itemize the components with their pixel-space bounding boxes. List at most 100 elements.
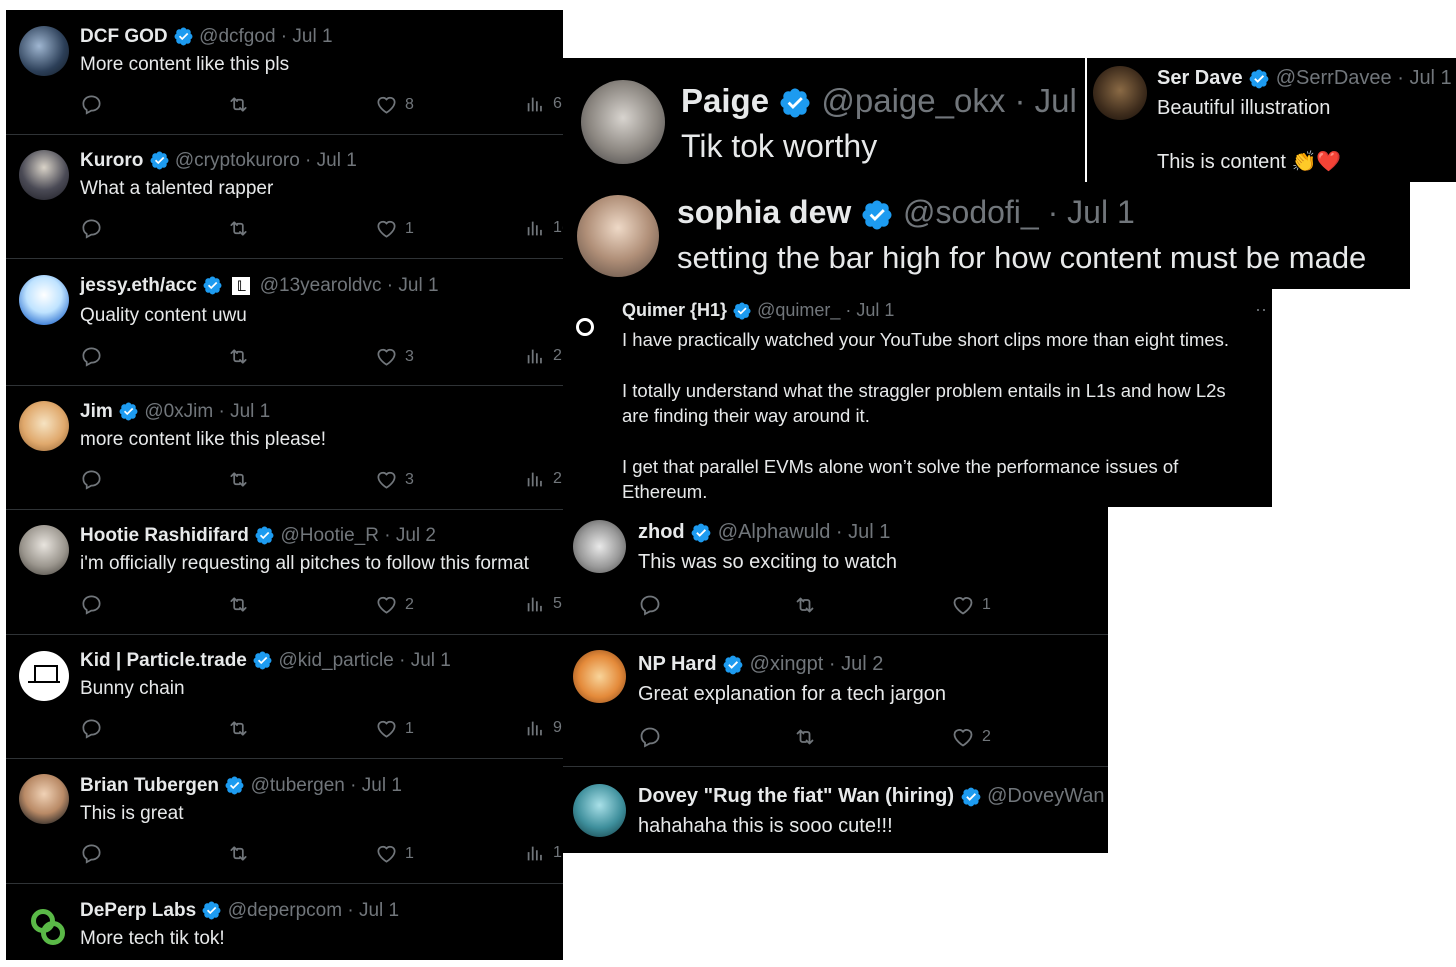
author-name[interactable]: NP Hard [638,653,717,675]
retweet-button[interactable] [793,593,817,617]
author-name[interactable]: Dovey "Rug the fiat" Wan (hiring) [638,785,954,807]
reply-button[interactable] [80,593,103,616]
post-date[interactable]: Jul 1 [411,650,451,671]
reply-button[interactable] [638,725,662,749]
reply-tweet[interactable]: Dovey "Rug the fiat" Wan (hiring) @Dovey… [563,767,1108,853]
author-handle[interactable]: @sodofi_ [903,194,1039,230]
reply-button[interactable] [80,93,103,116]
author-name[interactable]: sophia dew [677,194,851,230]
retweet-button[interactable] [227,217,250,240]
avatar[interactable] [19,651,69,701]
like-button[interactable]: 2 [951,725,991,749]
post-date[interactable]: Jul 1 [292,26,332,47]
avatar[interactable] [573,784,626,837]
author-handle[interactable]: @DoveyWan [987,785,1104,807]
author-name[interactable]: Brian Tubergen [80,775,219,796]
post-date[interactable]: Jul 1 [362,775,402,796]
views-button[interactable]: 5 [524,593,562,615]
avatar[interactable] [1093,66,1147,120]
post-date[interactable]: Jul 1 [1409,67,1451,89]
post-date[interactable]: Jul 2 [841,653,883,675]
post-date[interactable]: Jul 1 [398,275,438,296]
more-options-icon[interactable]: ·· [1255,299,1267,320]
post-date[interactable]: Jul 1 [848,521,890,543]
views-button[interactable]: 1( [524,217,563,239]
reply-button[interactable] [638,593,662,617]
reply-tweet-paige[interactable]: Paige @paige_okx · Jul 1 Tik tok worthy [563,58,1085,182]
views-button[interactable]: 2 [524,468,562,490]
like-button[interactable]: 1 [375,842,414,865]
reply-tweet[interactable]: Kid | Particle.trade @kid_particle · Jul… [6,635,563,759]
avatar[interactable] [573,650,626,703]
author-name[interactable]: Jim [80,401,113,422]
reply-tweet[interactable]: NP Hard @xingpt · Jul 2 Great explanatio… [563,635,1108,767]
retweet-button[interactable] [227,717,250,740]
like-button[interactable]: 2 [375,593,414,616]
reply-tweet-serdave[interactable]: Ser Dave @SerrDavee · Jul 1 Beautiful il… [1087,58,1456,182]
retweet-button[interactable] [227,345,250,368]
like-button[interactable]: 1 [951,593,991,617]
like-button[interactable]: 8 [375,93,414,116]
reply-tweet[interactable]: DCF GOD @dcfgod · Jul 1 More content lik… [6,10,563,135]
views-button[interactable]: 2 [524,345,562,367]
reply-tweet[interactable]: DePerp Labs @deperpcom · Jul 1 More tech… [6,884,563,960]
reply-tweet[interactable]: Hootie Rashidifard @Hootie_R · Jul 2 i'm… [6,510,563,635]
post-date[interactable]: Jul 1 [1067,194,1135,230]
reply-button[interactable] [80,717,103,740]
author-name[interactable]: DCF GOD [80,26,168,47]
author-handle[interactable]: @13yearoldvc [260,275,382,296]
post-date[interactable]: Jul 1 [230,401,270,422]
avatar[interactable] [19,899,69,949]
reply-button[interactable] [80,842,103,865]
retweet-button[interactable] [227,842,250,865]
reply-button[interactable] [80,468,103,491]
reply-button[interactable] [80,345,103,368]
author-handle[interactable]: @dcfgod [199,26,275,47]
author-handle[interactable]: @deperpcom [228,900,342,921]
author-handle[interactable]: @0xJim [144,401,213,422]
author-name[interactable]: jessy.eth/acc [80,275,197,296]
author-name[interactable]: Kid | Particle.trade [80,650,247,671]
avatar[interactable] [19,401,69,451]
reply-tweet[interactable]: Jim @0xJim · Jul 1 more content like thi… [6,386,563,510]
author-name[interactable]: Quimer {H1} [622,300,727,320]
reply-tweet-quimer[interactable]: Quimer {H1} @quimer_ · Jul 1 ·· I have p… [563,289,1272,507]
avatar[interactable] [581,80,665,164]
avatar[interactable] [19,525,69,575]
author-handle[interactable]: @paige_okx [821,82,1005,119]
avatar[interactable] [573,520,626,573]
retweet-button[interactable] [227,593,250,616]
avatar[interactable] [19,150,69,200]
author-handle[interactable]: @SerrDavee [1276,67,1392,89]
author-handle[interactable]: @kid_particle [278,650,393,671]
author-name[interactable]: zhod [638,521,685,543]
author-name[interactable]: Paige [681,82,769,119]
avatar[interactable] [577,195,659,277]
views-button[interactable]: 9 [524,717,562,739]
reply-tweet[interactable]: jessy.eth/acc 𝕃 @13yearoldvc · Jul 1 Qua… [6,259,563,386]
post-date[interactable]: Jul 1 [359,900,399,921]
reply-tweet[interactable]: Kuroro @cryptokuroro · Jul 1 What a tale… [6,135,563,259]
like-button[interactable]: 3 [375,468,414,491]
retweet-button[interactable] [793,725,817,749]
author-name[interactable]: Hootie Rashidifard [80,525,249,546]
reply-tweet-sophia[interactable]: sophia dew @sodofi_ · Jul 1 setting the … [563,182,1410,289]
views-button[interactable]: 6 [524,93,562,115]
author-name[interactable]: DePerp Labs [80,900,196,921]
like-button[interactable]: 1 [375,217,414,240]
like-button[interactable]: 1 [375,717,414,740]
post-date[interactable]: Jul 2 [396,525,436,546]
retweet-button[interactable] [227,468,250,491]
avatar[interactable] [573,315,597,339]
author-handle[interactable]: @xingpt [750,653,824,675]
post-date[interactable]: Jul 1 [856,300,894,320]
author-handle[interactable]: @Alphawuld [718,521,831,543]
like-button[interactable]: 3 [375,345,414,368]
author-handle[interactable]: @quimer_ [757,300,840,320]
post-date[interactable]: Jul 1 [1035,82,1085,119]
author-name[interactable]: Kuroro [80,150,143,171]
post-date[interactable]: Jul 1 [317,150,357,171]
author-handle[interactable]: @Hootie_R [280,525,379,546]
avatar[interactable] [19,26,69,76]
reply-tweet[interactable]: zhod @Alphawuld · Jul 1 This was so exci… [563,507,1108,635]
